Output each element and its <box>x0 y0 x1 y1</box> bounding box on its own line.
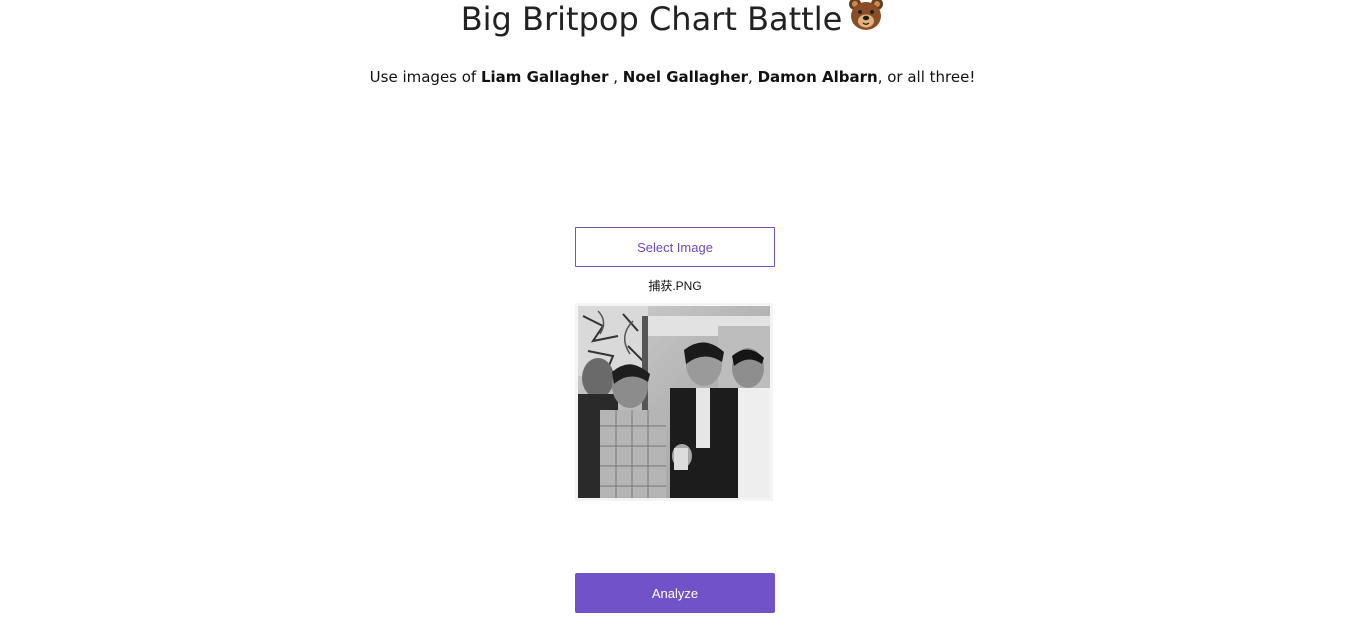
subtitle-sep-1: , <box>608 68 623 86</box>
select-image-button[interactable]: Select Image <box>575 227 775 267</box>
subtitle-name-liam: Liam Gallagher <box>480 68 609 86</box>
preview-photo <box>578 306 770 498</box>
page-title-text: Big Britpop Chart Battle <box>460 0 843 38</box>
bear-face-icon <box>848 0 884 39</box>
selected-filename: 捕获.PNG <box>648 279 702 293</box>
subtitle-suffix: , or all three! <box>877 68 976 86</box>
subtitle-sep-2: , <box>748 68 758 86</box>
analyze-button[interactable]: Analyze <box>575 573 775 613</box>
subtitle-prefix: Use images of <box>369 68 481 86</box>
page-title: Big Britpop Chart Battle <box>0 0 1345 42</box>
image-preview <box>575 303 773 501</box>
page: Big Britpop Chart Battle Use images of L… <box>0 0 1345 618</box>
subtitle-name-noel: Noel Gallagher <box>622 68 749 86</box>
subtitle: Use images of Liam Gallagher , Noel Gall… <box>0 67 1345 87</box>
subtitle-name-damon: Damon Albarn <box>757 68 878 86</box>
